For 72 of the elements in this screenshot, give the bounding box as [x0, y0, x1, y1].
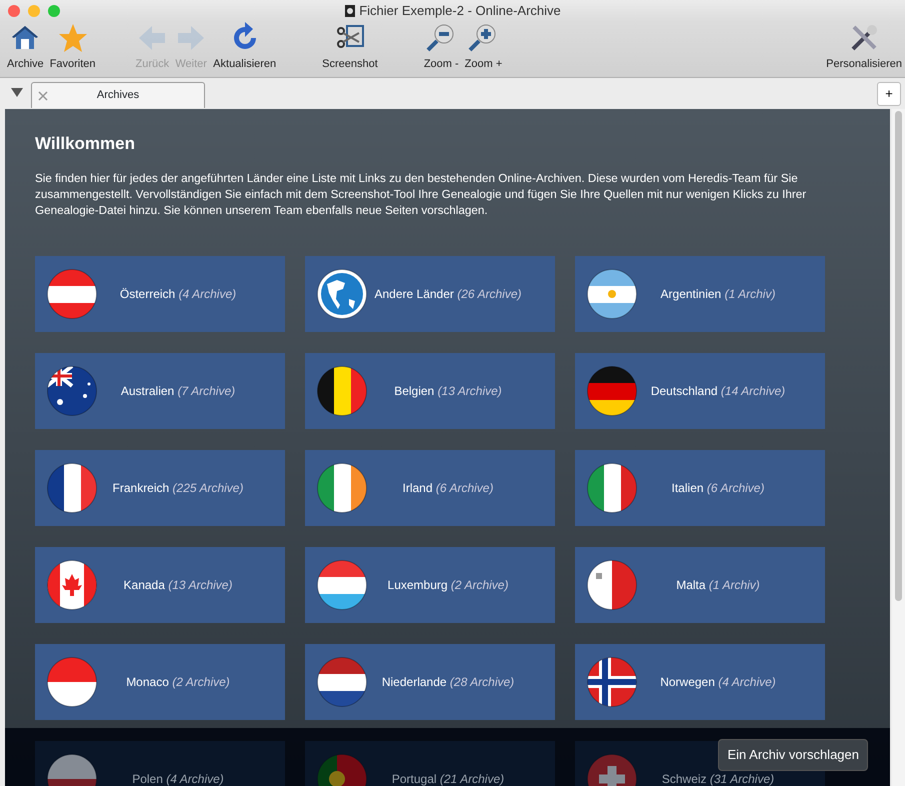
suggest-archive-button[interactable]: Ein Archiv vorschlagen	[718, 739, 868, 770]
country-card[interactable]: Italien (6 Archive)	[575, 450, 825, 526]
country-card[interactable]: Portugal (21 Archive)	[305, 740, 555, 786]
flag-icon	[47, 366, 97, 416]
country-label: Polen (4 Archive)	[131, 770, 225, 786]
toolbar-button[interactable]: Archive	[4, 22, 47, 72]
star-icon	[56, 22, 89, 54]
flag-icon	[317, 462, 367, 512]
flag-icon	[587, 560, 637, 610]
toolbar-button[interactable]: Personalisieren	[823, 22, 905, 72]
country-card[interactable]: Kanada (13 Archive)	[35, 546, 285, 622]
country-label: Norwegen (4 Archive)	[659, 674, 777, 690]
flag-icon	[317, 560, 367, 610]
country-card[interactable]: Polen (4 Archive)	[35, 740, 285, 786]
country-label: Irland (6 Archive)	[402, 480, 494, 496]
toolbar-button[interactable]: Zoom -	[420, 22, 462, 72]
minimize-button[interactable]	[28, 5, 40, 17]
flag-icon	[587, 656, 637, 706]
country-card[interactable]: Deutschland (14 Archive)	[575, 352, 825, 428]
country-label: Malta (1 Archiv)	[675, 576, 761, 594]
flag-icon	[47, 462, 97, 512]
country-card[interactable]: Norwegen (4 Archive)	[575, 644, 825, 720]
zoom-button[interactable]	[48, 5, 60, 17]
country-label: Australien (7 Archive)	[120, 382, 236, 400]
flag-icon	[47, 560, 97, 610]
country-label: Belgien (13 Archive)	[393, 382, 503, 400]
country-card[interactable]: Australien (7 Archive)	[35, 352, 285, 428]
country-card[interactable]: Österreich (4 Archive)	[35, 256, 285, 332]
country-card[interactable]: Malta (1 Archiv)	[575, 546, 825, 622]
country-card[interactable]: Argentinien (1 Archiv)	[575, 256, 825, 332]
flag-icon	[317, 366, 367, 416]
country-label: Frankreich (225 Archive)	[112, 480, 244, 496]
toolbar-button[interactable]: Screenshot	[319, 22, 381, 72]
close-button[interactable]	[8, 5, 20, 17]
country-card[interactable]: Luxemburg (2 Archive)	[305, 546, 555, 622]
flag-icon	[47, 656, 97, 706]
toolbar-button[interactable]: Zoom +	[462, 22, 506, 72]
tab-label: Archives	[96, 88, 140, 104]
intro-paragraph: Sie finden hier für jedes der angeführten Länder eine Liste mit Links zu den bestehenden Online-Archiven. Diese wurden vom Heredis-Team für Sie zusammengestellt. Vervollständigen Sie einfach mit dem Screenshot-Tool Ihre Genealogie und fügen Sie Ihre Quellen mit nur wenigen Klicks zu Ihrer Genealogie-Datei hinzu. Sie können unserem Team ebenfalls neue Seiten vorschlagen.	[35, 170, 808, 218]
country-card[interactable]: Monaco (2 Archive)	[35, 644, 285, 720]
new-tab-button[interactable]: +	[877, 82, 901, 106]
window-title: Fichier Exemple-2 - Online-Archive	[359, 2, 561, 20]
flag-icon	[587, 366, 637, 416]
flag-icon	[587, 268, 637, 318]
country-label: Italien (6 Archive)	[670, 480, 766, 496]
country-card[interactable]: Frankreich (225 Archive)	[35, 450, 285, 526]
country-label: Argentinien (1 Archiv)	[660, 286, 776, 302]
country-card[interactable]: Andere Länder (26 Archive)	[305, 256, 555, 332]
country-label: Schweiz (31 Archive)	[660, 770, 776, 786]
country-label: Andere Länder (26 Archive)	[374, 286, 522, 302]
flag-icon	[317, 656, 367, 706]
country-label: Kanada (13 Archive)	[122, 576, 234, 594]
country-card[interactable]: Niederlande (28 Archive)	[305, 644, 555, 720]
country-label: Österreich (4 Archive)	[118, 286, 238, 302]
toolbar-button[interactable]: Aktualisieren	[210, 22, 280, 72]
tab[interactable]: Archives	[31, 82, 205, 108]
toolbar-button[interactable]: Favoriten	[46, 22, 99, 72]
globe-icon	[317, 268, 367, 318]
flag-icon	[587, 462, 637, 512]
country-label: Portugal (21 Archive)	[390, 770, 506, 786]
document-icon	[344, 4, 356, 18]
country-label: Deutschland (14 Archive)	[650, 382, 786, 400]
country-card[interactable]: Irland (6 Archive)	[305, 450, 555, 526]
country-label: Monaco (2 Archive)	[125, 674, 231, 690]
country-label: Niederlande (28 Archive)	[380, 674, 516, 690]
flag-icon	[47, 268, 97, 318]
dropdown-caret-icon[interactable]	[11, 88, 23, 97]
welcome-heading: Willkommen	[35, 133, 136, 155]
close-tab-icon[interactable]	[38, 90, 48, 100]
country-label: Luxemburg (2 Archive)	[386, 576, 510, 594]
scrollbar[interactable]	[892, 109, 905, 786]
country-card[interactable]: Belgien (13 Archive)	[305, 352, 555, 428]
